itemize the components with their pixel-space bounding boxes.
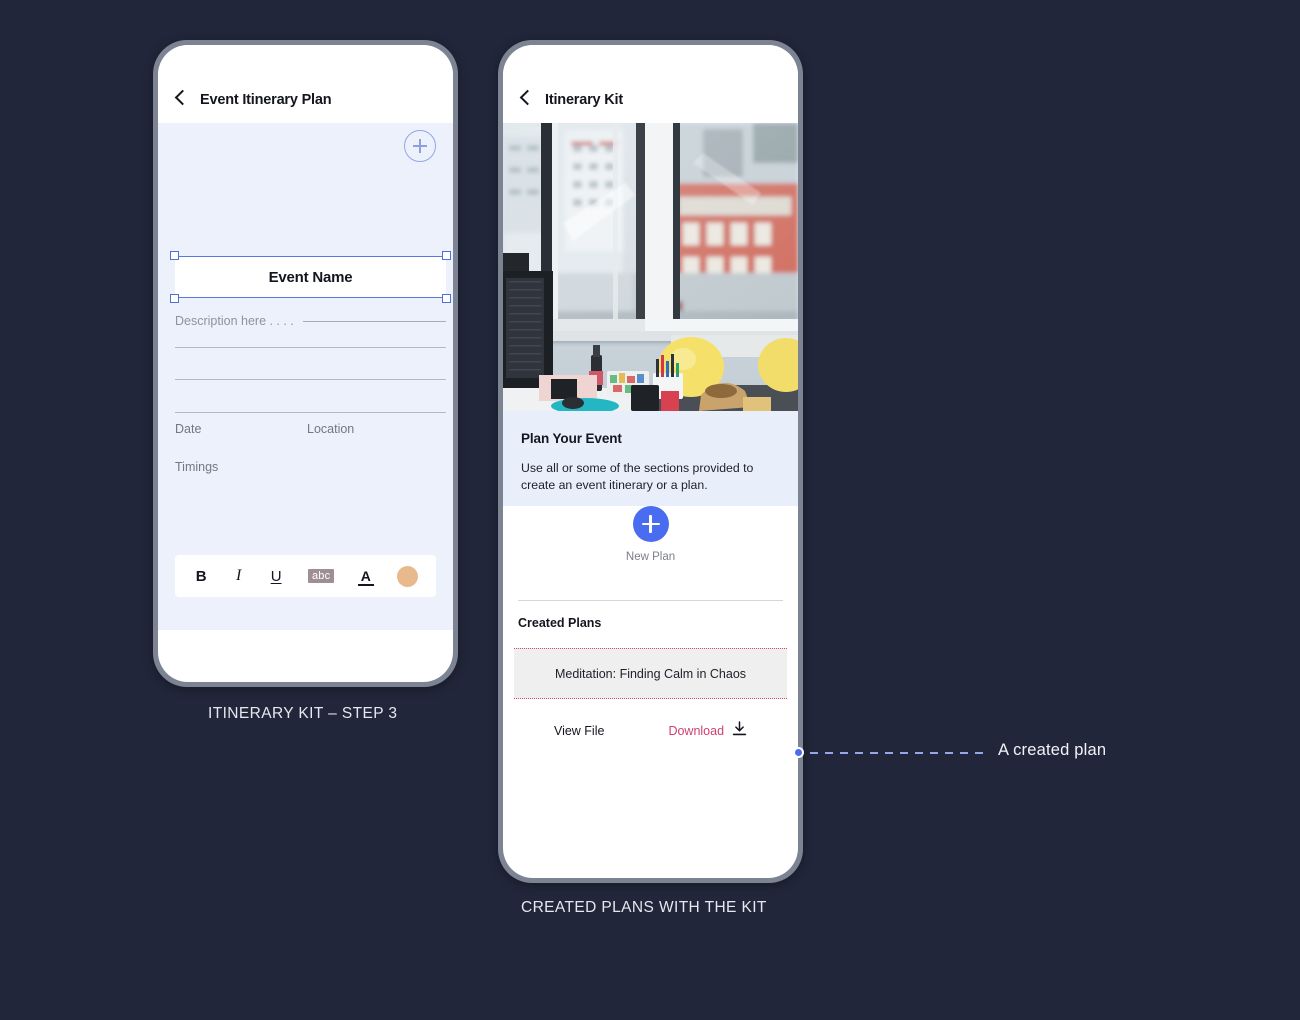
resize-handle-bottom-left[interactable]	[170, 294, 179, 303]
resize-handle-top-left[interactable]	[170, 251, 179, 260]
hero-photo	[503, 123, 798, 411]
highlight-button[interactable]: abc	[307, 569, 335, 583]
event-name-field[interactable]: Event Name	[175, 256, 446, 298]
phone1-header: Event Itinerary Plan	[158, 45, 453, 123]
download-icon	[732, 721, 747, 740]
phone2-caption: CREATED PLANS WITH THE KIT	[521, 899, 767, 916]
plan-row-actions: View File Download	[503, 699, 798, 740]
description-field[interactable]: Description here . . . .	[175, 314, 446, 328]
resize-handle-top-right[interactable]	[442, 251, 451, 260]
download-button[interactable]: Download	[668, 721, 747, 740]
timings-label[interactable]: Timings	[175, 460, 218, 474]
description-rule	[302, 320, 446, 322]
chevron-left-icon[interactable]	[174, 87, 188, 109]
text-color-button[interactable]: A	[357, 567, 374, 586]
plan-card-title: Plan Your Event	[521, 431, 622, 446]
plus-circle-icon[interactable]	[404, 130, 436, 162]
phone1-form-body: Event Name Description here . . . . Date…	[158, 123, 453, 630]
annotation-leader-line	[810, 752, 986, 754]
download-label: Download	[668, 723, 725, 738]
plan-card-description: Use all or some of the sections provided…	[521, 461, 754, 492]
description-line-3[interactable]	[175, 379, 446, 380]
page-title: Event Itinerary Plan	[200, 92, 332, 108]
phone2-screen: Itinerary Kit Plan Your Event Use all or…	[503, 45, 798, 878]
phone1-caption: ITINERARY KIT – STEP 3	[208, 705, 398, 722]
bold-button[interactable]: B	[193, 567, 210, 586]
italic-button[interactable]: I	[233, 566, 244, 586]
underline-button[interactable]: U	[268, 567, 285, 586]
new-plan-label: New Plan	[625, 551, 676, 563]
list-item[interactable]: Meditation: Finding Calm in Chaos	[514, 648, 787, 699]
text-format-toolbar: B I U abc A	[175, 555, 436, 597]
plus-icon[interactable]	[632, 506, 669, 542]
new-plan-section: New Plan	[503, 506, 798, 583]
resize-handle-bottom-right[interactable]	[442, 294, 451, 303]
description-line-2[interactable]	[175, 347, 446, 348]
phone1-screen: Event Itinerary Plan Event Name Descript…	[158, 45, 453, 682]
description-placeholder: Description here . . . .	[175, 314, 294, 328]
phone-mockup-step3: Event Itinerary Plan Event Name Descript…	[153, 40, 458, 687]
plan-name: Meditation: Finding Calm in Chaos	[554, 666, 747, 681]
view-file-button[interactable]: View File	[554, 724, 604, 738]
chevron-left-icon[interactable]	[519, 87, 533, 109]
event-name-value: Event Name	[268, 268, 353, 286]
page-title: Itinerary Kit	[545, 92, 623, 108]
color-swatch-button[interactable]	[397, 565, 419, 587]
phone-mockup-created-plans: Itinerary Kit Plan Your Event Use all or…	[498, 40, 803, 883]
date-label[interactable]: Date	[175, 422, 201, 436]
created-plans-title: Created Plans	[518, 616, 602, 630]
description-line-4[interactable]	[175, 412, 446, 413]
annotation-dot	[793, 747, 804, 758]
location-label[interactable]: Location	[307, 422, 354, 436]
phone2-header: Itinerary Kit	[503, 45, 798, 123]
event-name-selection[interactable]: Event Name	[170, 251, 451, 303]
annotation-label: A created plan	[998, 741, 1107, 759]
